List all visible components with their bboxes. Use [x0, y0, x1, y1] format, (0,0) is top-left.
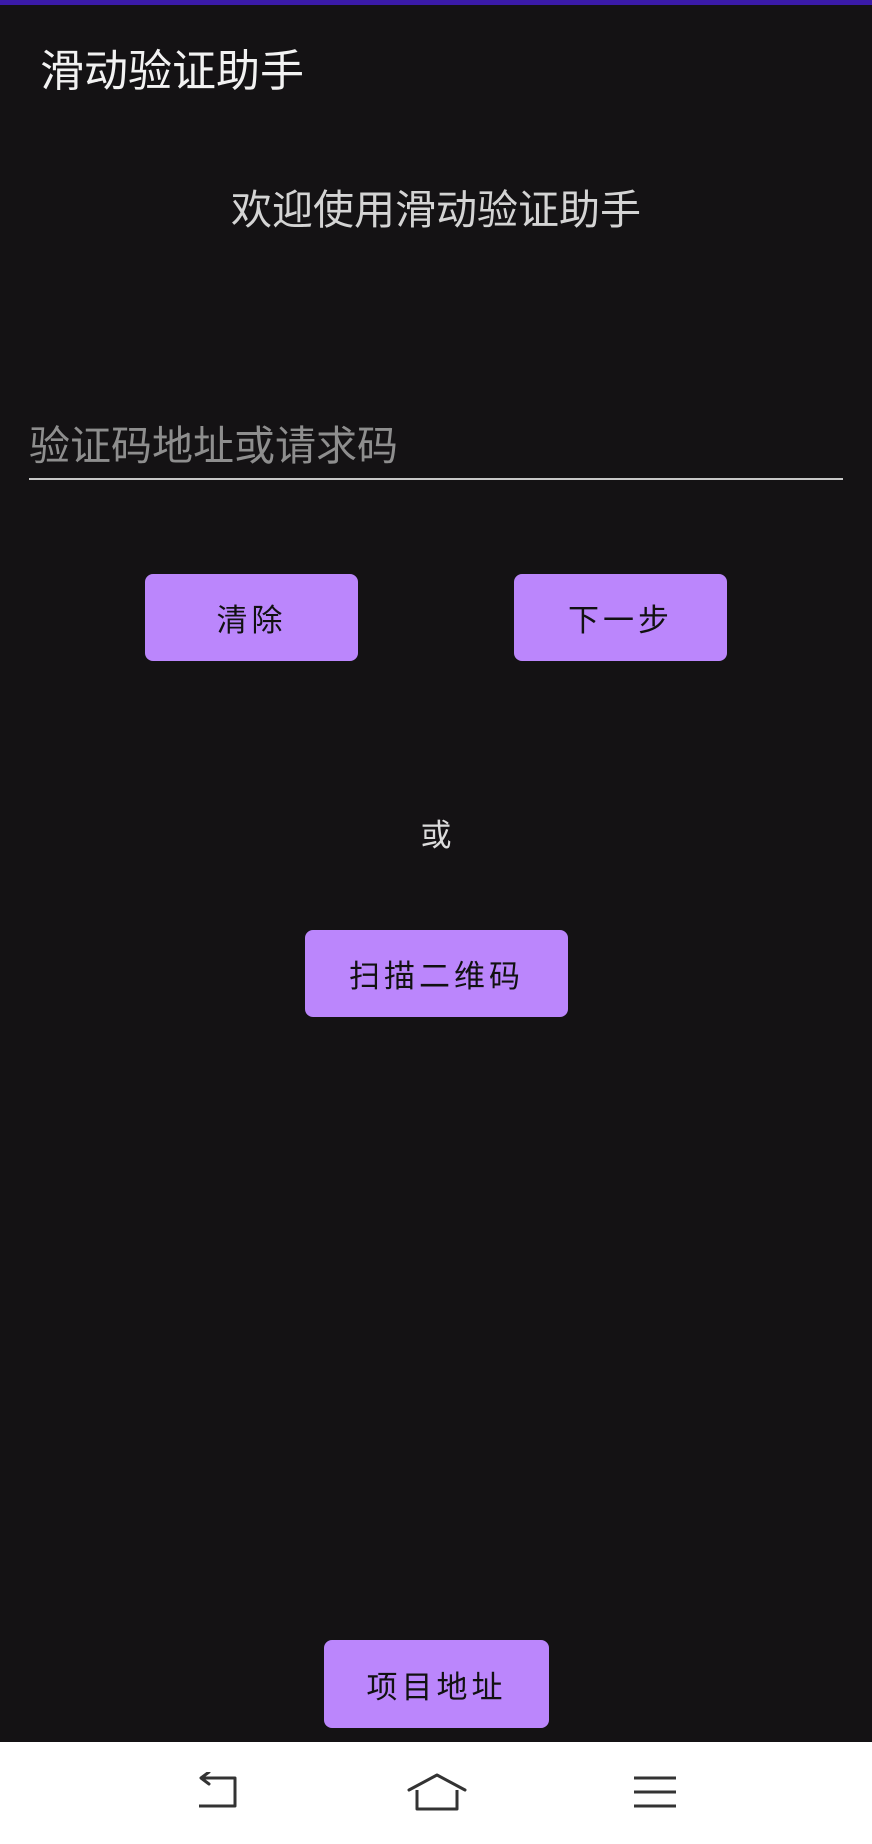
- back-icon[interactable]: [182, 1762, 254, 1822]
- project-url-button[interactable]: 项目地址: [324, 1640, 549, 1728]
- app-screen: 滑动验证助手 欢迎使用滑动验证助手 清除 下一步 或 扫描二维码 项目地址: [0, 0, 872, 1844]
- scan-qr-button[interactable]: 扫描二维码: [305, 930, 568, 1017]
- clear-button[interactable]: 清除: [145, 574, 358, 661]
- or-divider-text: 或: [420, 818, 452, 854]
- next-step-button[interactable]: 下一步: [514, 574, 727, 661]
- welcome-text: 欢迎使用滑动验证助手: [231, 186, 641, 234]
- captcha-url-input[interactable]: [29, 420, 843, 480]
- app-title: 滑动验证助手: [40, 46, 304, 97]
- status-bar: [0, 0, 872, 5]
- home-icon[interactable]: [401, 1762, 473, 1822]
- menu-icon[interactable]: [619, 1762, 691, 1822]
